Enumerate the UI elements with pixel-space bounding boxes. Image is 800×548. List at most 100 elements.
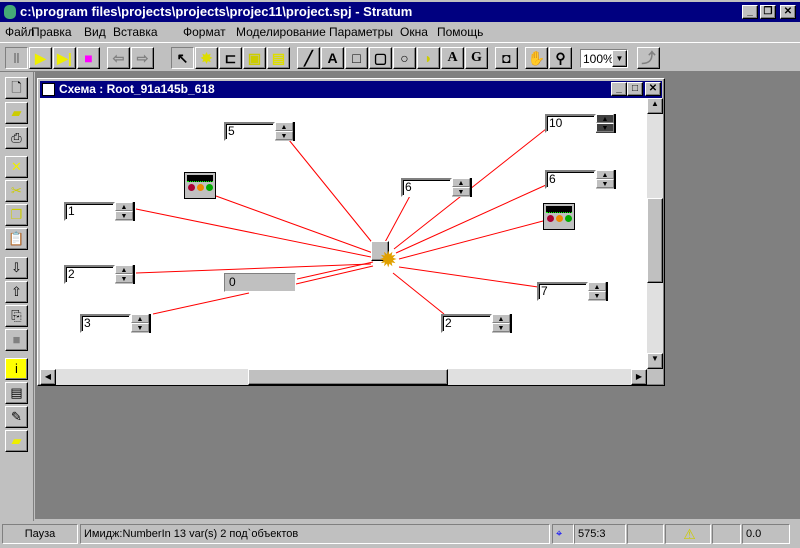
open-folder-icon[interactable]: ▰ bbox=[5, 102, 28, 124]
monitor-icon[interactable] bbox=[184, 172, 216, 199]
status-mode: Пауза bbox=[2, 524, 78, 544]
ellipse-icon[interactable]: ○ bbox=[393, 47, 416, 69]
link-line bbox=[296, 261, 374, 280]
pie-icon[interactable]: ◗ bbox=[417, 47, 440, 69]
edit-doc-icon[interactable]: ✎ bbox=[5, 406, 28, 428]
main-toolbar: ‖ ▶ ▶| ■ ⇦ ⇨ ↖ ✸ ⊏ ▣ ▤ ╱ A □ ▢ ○ ◗ A G ◘… bbox=[0, 42, 800, 72]
status-value: 0.0 bbox=[742, 524, 790, 544]
number-input-7[interactable]: 7 ▲ ▼ bbox=[537, 282, 608, 301]
schema-canvas[interactable]: 5 ▲ ▼ 10 ▲ ▼ 6 ▲ ▼ 6 ▲ ▼ 1 ▲ ▼ 2 ▲ ▼ 3 ▲ ▼ 7 ▲ ▼ 2 ▲ ▼ 0 ✹ bbox=[40, 98, 647, 369]
spin-buttons[interactable]: ▲ ▼ bbox=[596, 114, 616, 133]
menu-edit[interactable]: Правка bbox=[31, 25, 72, 39]
spin-buttons[interactable]: ▲ ▼ bbox=[596, 170, 616, 189]
layers-icon[interactable]: ▣ bbox=[243, 47, 266, 69]
link-line bbox=[152, 292, 250, 315]
vertical-scroll-thumb[interactable] bbox=[647, 198, 663, 283]
line-icon[interactable]: ╱ bbox=[297, 47, 320, 69]
menu-bar: Файл Правка Вид Вставка Формат Моделиров… bbox=[0, 22, 800, 42]
link-line bbox=[135, 208, 372, 258]
text-icon[interactable]: A bbox=[441, 47, 464, 69]
spin-buttons[interactable]: ▲ ▼ bbox=[492, 314, 512, 333]
horizontal-scrollbar[interactable]: ◀ ▶ bbox=[40, 369, 647, 385]
minimize-button[interactable]: _ bbox=[742, 5, 758, 19]
save-up-icon[interactable]: ⇧ bbox=[5, 281, 28, 303]
restore-button[interactable]: ❐ bbox=[760, 5, 776, 19]
menu-parameters[interactable]: Параметры bbox=[329, 25, 393, 39]
menu-help[interactable]: Помощь bbox=[437, 25, 483, 39]
run-icon[interactable]: ▶ bbox=[29, 47, 52, 69]
left-toolbar: 🗋 ▰ ⎙ ✕ ✂ ❐ 📋 ⇩ ⇧ ⎘ ■ i ▤ ✎ ▰ bbox=[0, 72, 34, 521]
child-close-button[interactable]: ✕ bbox=[645, 82, 661, 96]
scroll-left-icon[interactable]: ◀ bbox=[40, 369, 56, 385]
note-icon[interactable]: ▰ bbox=[5, 430, 28, 452]
zoom-value: 100% bbox=[583, 52, 614, 66]
vertical-scrollbar[interactable]: ▲ ▼ bbox=[647, 98, 663, 369]
bitmap-icon[interactable]: ◘ bbox=[495, 47, 518, 69]
menu-format[interactable]: Формат bbox=[183, 25, 226, 39]
document-icon[interactable]: ▤ bbox=[5, 382, 28, 404]
spin-buttons[interactable]: ▲ ▼ bbox=[131, 314, 151, 333]
menu-insert[interactable]: Вставка bbox=[113, 25, 158, 39]
export-icon[interactable]: ⎘ bbox=[5, 305, 28, 327]
scroll-down-icon[interactable]: ▼ bbox=[647, 353, 663, 369]
forward-icon[interactable]: ⇨ bbox=[131, 47, 154, 69]
back-icon[interactable]: ⇦ bbox=[107, 47, 130, 69]
pointer-icon[interactable]: ↖ bbox=[171, 47, 194, 69]
save-down-icon[interactable]: ⇩ bbox=[5, 257, 28, 279]
info-icon[interactable]: i bbox=[5, 358, 28, 380]
gear-icon[interactable]: ✹ bbox=[371, 241, 401, 271]
disabled-icon: ■ bbox=[5, 329, 28, 351]
menu-windows[interactable]: Окна bbox=[400, 25, 428, 39]
menu-modeling[interactable]: Моделирование bbox=[236, 25, 326, 39]
scroll-up-icon[interactable]: ▲ bbox=[647, 98, 663, 114]
copy-icon[interactable]: ❐ bbox=[5, 204, 28, 226]
number-input-2[interactable]: 2 ▲ ▼ bbox=[64, 265, 135, 284]
schema-title-bar: Схема : Root_91a145b_618 _ □ ✕ bbox=[40, 81, 662, 98]
number-input-3[interactable]: 3 ▲ ▼ bbox=[80, 314, 151, 333]
horizontal-scroll-thumb[interactable] bbox=[248, 369, 448, 385]
scroll-right-icon[interactable]: ▶ bbox=[631, 369, 647, 385]
polyline-icon[interactable]: A bbox=[321, 47, 344, 69]
app-icon bbox=[4, 5, 16, 19]
number-input-1[interactable]: 1 ▲ ▼ bbox=[64, 202, 135, 221]
text-doc-icon[interactable]: ▤ bbox=[267, 47, 290, 69]
link-line bbox=[295, 265, 374, 285]
number-input-10[interactable]: 10 ▲ ▼ bbox=[545, 114, 616, 133]
spin-buttons[interactable]: ▲ ▼ bbox=[452, 178, 472, 197]
link-icon[interactable]: ⊏ bbox=[219, 47, 242, 69]
number-input-2b[interactable]: 2 ▲ ▼ bbox=[441, 314, 512, 333]
link-line bbox=[288, 139, 380, 252]
spin-buttons[interactable]: ▲ ▼ bbox=[115, 265, 135, 284]
graphic-text-icon[interactable]: G bbox=[465, 47, 488, 69]
spin-buttons[interactable]: ▲ ▼ bbox=[588, 282, 608, 301]
rounded-rect-icon[interactable]: ▢ bbox=[369, 47, 392, 69]
number-input-5[interactable]: 5 ▲ ▼ bbox=[224, 122, 295, 141]
new-file-icon[interactable]: 🗋 bbox=[5, 77, 28, 99]
close-button[interactable]: ✕ bbox=[780, 5, 796, 19]
spin-buttons[interactable]: ▲ ▼ bbox=[115, 202, 135, 221]
chevron-down-icon[interactable]: ▼ bbox=[612, 50, 627, 67]
child-maximize-button[interactable]: □ bbox=[627, 82, 643, 96]
status-bar: Пауза Имидж:NumberIn 13 var(s) 2 под`объ… bbox=[0, 521, 800, 548]
zoom-icon[interactable]: ⚲ bbox=[549, 47, 572, 69]
schema-window: Схема : Root_91a145b_618 _ □ ✕ 5 ▲ ▼ 10 ▲ ▼ … bbox=[37, 78, 665, 386]
hand-icon[interactable]: ✋ bbox=[525, 47, 548, 69]
paste-icon[interactable]: 📋 bbox=[5, 228, 28, 250]
cut-icon[interactable]: ✂ bbox=[5, 180, 28, 202]
print-icon[interactable]: ⎙ bbox=[5, 127, 28, 149]
delete-icon[interactable]: ✕ bbox=[5, 156, 28, 178]
menu-view[interactable]: Вид bbox=[84, 25, 106, 39]
rectangle-icon[interactable]: □ bbox=[345, 47, 368, 69]
step-icon[interactable]: ▶| bbox=[53, 47, 76, 69]
image-icon[interactable]: ✸ bbox=[195, 47, 218, 69]
monitor-icon[interactable] bbox=[543, 203, 575, 230]
number-input-6b[interactable]: 6 ▲ ▼ bbox=[545, 170, 616, 189]
child-minimize-button[interactable]: _ bbox=[611, 82, 627, 96]
spin-buttons[interactable]: ▲ ▼ bbox=[275, 122, 295, 141]
pause-button[interactable]: ‖ bbox=[5, 47, 28, 69]
number-input-6a[interactable]: 6 ▲ ▼ bbox=[401, 178, 472, 197]
link-line bbox=[135, 263, 372, 274]
app-title: c:\program files\projects\projects\proje… bbox=[20, 4, 413, 19]
zoom-select[interactable]: 100% ▼ bbox=[580, 49, 628, 68]
stop-icon[interactable]: ■ bbox=[77, 47, 100, 69]
